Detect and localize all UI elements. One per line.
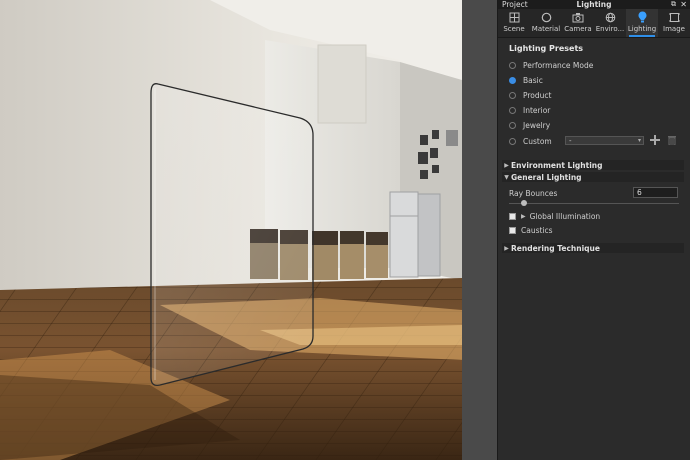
preset-custom[interactable]: Custom bbox=[509, 136, 552, 146]
image-icon bbox=[668, 13, 680, 22]
preset-basic[interactable]: Basic bbox=[509, 75, 543, 85]
general-lighting-header[interactable]: ▼ General Lighting bbox=[502, 172, 684, 182]
environment-lighting-header[interactable]: ▶ Environment Lighting bbox=[502, 160, 684, 170]
radio-button[interactable] bbox=[509, 91, 516, 99]
radio-button[interactable] bbox=[509, 61, 516, 69]
material-icon bbox=[541, 12, 551, 23]
radio-button[interactable] bbox=[509, 106, 516, 114]
tab-scene[interactable]: Scene bbox=[498, 9, 530, 37]
lighting-icon bbox=[638, 11, 646, 23]
panel-title: Lighting bbox=[576, 0, 612, 9]
lighting-presets-title: Lighting Presets bbox=[509, 44, 584, 53]
viewport-margin bbox=[462, 0, 497, 460]
ray-bounces-slider-track[interactable] bbox=[509, 203, 679, 204]
panel-tabs: Scene Material Camera Enviro... Lighting… bbox=[498, 9, 690, 38]
custom-preset-select[interactable]: - ▾ bbox=[565, 136, 644, 145]
chevron-down-icon: ▾ bbox=[637, 137, 641, 144]
expand-triangle-icon[interactable]: ▶ bbox=[521, 213, 526, 220]
preset-label: Jewelry bbox=[523, 120, 551, 130]
radio-button[interactable] bbox=[509, 137, 516, 145]
glass-panel bbox=[150, 83, 314, 386]
preset-label: Custom bbox=[523, 136, 552, 146]
tab-material[interactable]: Material bbox=[530, 9, 562, 37]
caustics-label: Caustics bbox=[521, 225, 553, 235]
tab-environment[interactable]: Enviro... bbox=[594, 9, 626, 37]
group-label: Rendering Technique bbox=[511, 243, 600, 253]
tab-camera[interactable]: Camera bbox=[562, 9, 594, 37]
rendering-technique-header[interactable]: ▶ Rendering Technique bbox=[502, 243, 684, 253]
tab-lighting[interactable]: Lighting bbox=[626, 9, 658, 37]
chevron-right-icon: ▶ bbox=[504, 244, 509, 252]
close-icon[interactable]: ✕ bbox=[680, 0, 687, 9]
preset-label: Performance Mode bbox=[523, 60, 594, 70]
preset-jewelry[interactable]: Jewelry bbox=[509, 120, 550, 130]
radio-button[interactable] bbox=[509, 121, 516, 129]
render-viewport[interactable] bbox=[0, 0, 462, 460]
preset-label: Product bbox=[523, 90, 552, 100]
global-illumination-label: Global Illumination bbox=[529, 211, 601, 221]
tab-label: Scene bbox=[503, 25, 525, 33]
group-label: Environment Lighting bbox=[511, 160, 603, 170]
caustics-checkbox[interactable] bbox=[509, 226, 516, 234]
delete-preset-icon[interactable] bbox=[667, 135, 677, 145]
preset-label: Interior bbox=[523, 105, 551, 115]
tab-image[interactable]: Image bbox=[658, 9, 690, 37]
global-illumination-row[interactable]: ▶ Global Illumination bbox=[509, 211, 600, 221]
ray-bounces-label: Ray Bounces bbox=[509, 189, 558, 198]
camera-icon bbox=[572, 13, 584, 23]
preset-performance-mode[interactable]: Performance Mode bbox=[509, 60, 593, 70]
chevron-right-icon: ▶ bbox=[504, 161, 509, 169]
global-illumination-checkbox[interactable] bbox=[509, 212, 516, 220]
preset-label: Basic bbox=[523, 75, 543, 85]
panel-titlebar: Project Lighting ⧉ ✕ bbox=[498, 0, 690, 9]
popout-icon[interactable]: ⧉ bbox=[671, 0, 676, 9]
tab-label: Material bbox=[531, 25, 561, 33]
chevron-down-icon: ▼ bbox=[504, 173, 509, 181]
tab-label: Camera bbox=[564, 25, 592, 33]
ray-bounces-input[interactable]: 6 bbox=[633, 187, 678, 198]
tab-label: Enviro... bbox=[595, 25, 625, 33]
add-preset-icon[interactable] bbox=[650, 135, 660, 145]
caustics-row[interactable]: Caustics bbox=[509, 225, 553, 235]
group-label: General Lighting bbox=[511, 172, 582, 182]
preset-product[interactable]: Product bbox=[509, 90, 551, 100]
scene-icon bbox=[509, 12, 519, 23]
tab-label: Image bbox=[663, 25, 685, 33]
environment-icon bbox=[605, 12, 615, 23]
preset-interior[interactable]: Interior bbox=[509, 105, 550, 115]
custom-preset-value: - bbox=[569, 137, 572, 145]
room-render bbox=[0, 0, 462, 460]
tab-label: Lighting bbox=[627, 25, 657, 33]
radio-button-selected[interactable] bbox=[509, 76, 516, 84]
